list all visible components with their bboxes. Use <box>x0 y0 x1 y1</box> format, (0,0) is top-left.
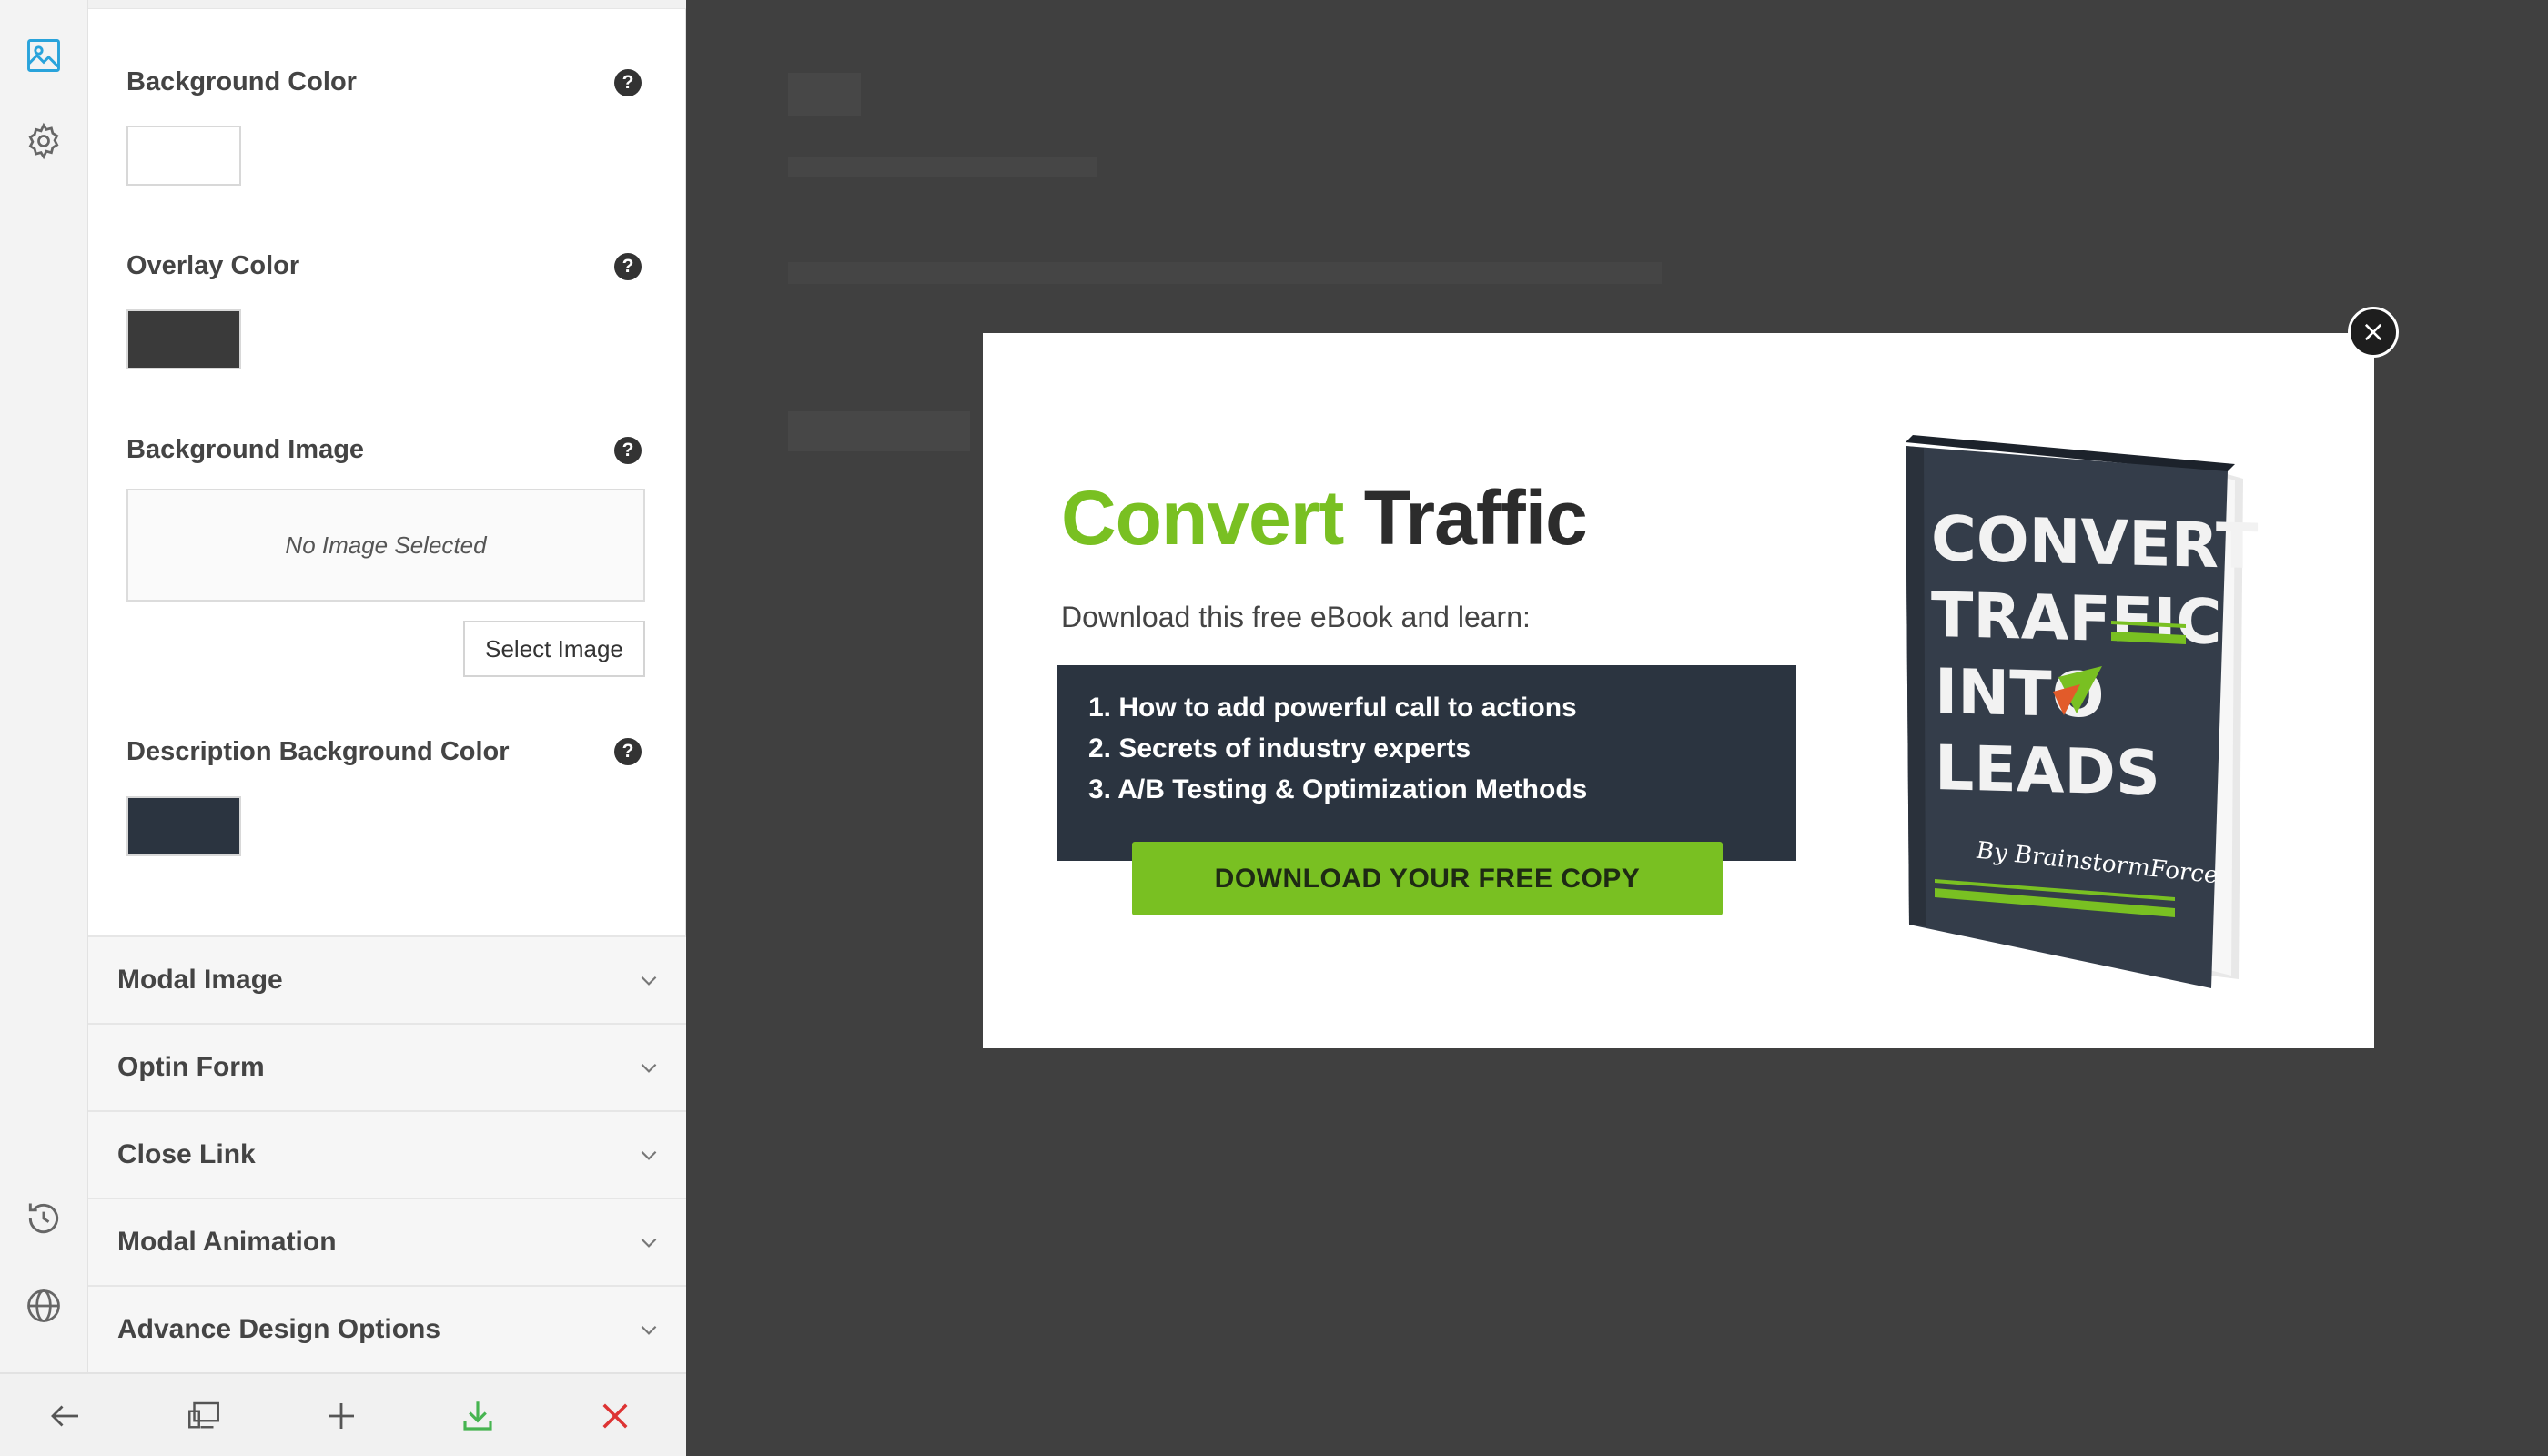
image-icon[interactable] <box>21 33 66 78</box>
back-arrow-icon[interactable] <box>40 1390 91 1441</box>
overlay-color-label: Overlay Color <box>126 251 300 280</box>
section-label: Modal Animation <box>117 1227 337 1257</box>
background-color-label: Background Color <box>126 67 357 96</box>
modal-popup: Convert Traffic Download this free eBook… <box>983 333 2374 1048</box>
help-icon[interactable]: ? <box>614 253 642 280</box>
select-image-button[interactable]: Select Image <box>463 621 645 677</box>
section-label: Optin Form <box>117 1052 265 1082</box>
section-advance-design-options[interactable]: Advance Design Options <box>88 1285 686 1372</box>
background-image-label: Background Image <box>126 435 365 464</box>
gear-icon[interactable] <box>21 118 66 164</box>
chevron-down-icon <box>637 968 661 992</box>
chevron-down-icon <box>637 1056 661 1079</box>
image-preview: No Image Selected <box>126 489 645 602</box>
background-breadcrumb <box>788 262 1662 284</box>
help-icon[interactable]: ? <box>614 69 642 96</box>
devices-icon[interactable] <box>178 1390 229 1441</box>
close-icon <box>2364 323 2382 341</box>
description-box: 1. How to add powerful call to actions 2… <box>1057 665 1796 861</box>
book-title-line: CONVERT <box>1931 503 2259 583</box>
background-tagline <box>788 157 1097 177</box>
overlay-color-swatch[interactable] <box>126 309 241 369</box>
section-modal-image[interactable]: Modal Image <box>88 935 686 1023</box>
section-label: Close Link <box>117 1139 256 1169</box>
modal-subhead: Download this free eBook and learn: <box>1061 601 1531 633</box>
list-item: 3. A/B Testing & Optimization Methods <box>1088 774 1588 804</box>
no-image-text: No Image Selected <box>285 531 487 559</box>
section-label: Advance Design Options <box>117 1314 441 1344</box>
background-site-title <box>788 73 861 116</box>
history-icon[interactable] <box>21 1196 66 1241</box>
book-title-line: TRAFFIC <box>1931 580 2221 659</box>
headline-rest: Traffic <box>1363 475 1588 561</box>
globe-icon[interactable] <box>21 1283 66 1329</box>
plus-icon[interactable] <box>316 1390 367 1441</box>
icon-rail <box>0 0 88 1456</box>
download-icon[interactable] <box>452 1390 503 1441</box>
settings-panel: Background Color ? Overlay Color ? Backg… <box>88 0 686 1372</box>
help-icon[interactable]: ? <box>614 437 642 464</box>
close-icon[interactable] <box>590 1390 641 1441</box>
modal-headline: Convert Traffic <box>1061 474 1588 562</box>
headline-accent: Convert <box>1061 475 1344 561</box>
description-bg-color-swatch[interactable] <box>126 796 241 856</box>
ebook-cover-image: CONVERT TRAFFIC INTO LEADS By Brainstorm… <box>1906 435 2259 988</box>
book-title-line: LEADS <box>1935 733 2160 810</box>
section-optin-form[interactable]: Optin Form <box>88 1023 686 1110</box>
chevron-down-icon <box>637 1143 661 1167</box>
chevron-down-icon <box>637 1230 661 1254</box>
bottom-toolbar <box>0 1372 686 1456</box>
section-close-link[interactable]: Close Link <box>88 1110 686 1198</box>
panel-top-strip <box>88 0 686 9</box>
background-color-swatch[interactable] <box>126 126 241 186</box>
background-heading <box>788 411 970 451</box>
chevron-down-icon <box>637 1318 661 1341</box>
help-icon[interactable]: ? <box>614 738 642 765</box>
list-item: 2. Secrets of industry experts <box>1088 733 1471 763</box>
section-label: Modal Image <box>117 965 283 995</box>
description-bg-color-label: Description Background Color <box>126 737 510 766</box>
list-item: 1. How to add powerful call to actions <box>1088 693 1577 723</box>
section-modal-animation[interactable]: Modal Animation <box>88 1198 686 1285</box>
download-cta-button[interactable]: DOWNLOAD YOUR FREE COPY <box>1132 842 1723 915</box>
modal-close-button[interactable] <box>2348 307 2399 358</box>
